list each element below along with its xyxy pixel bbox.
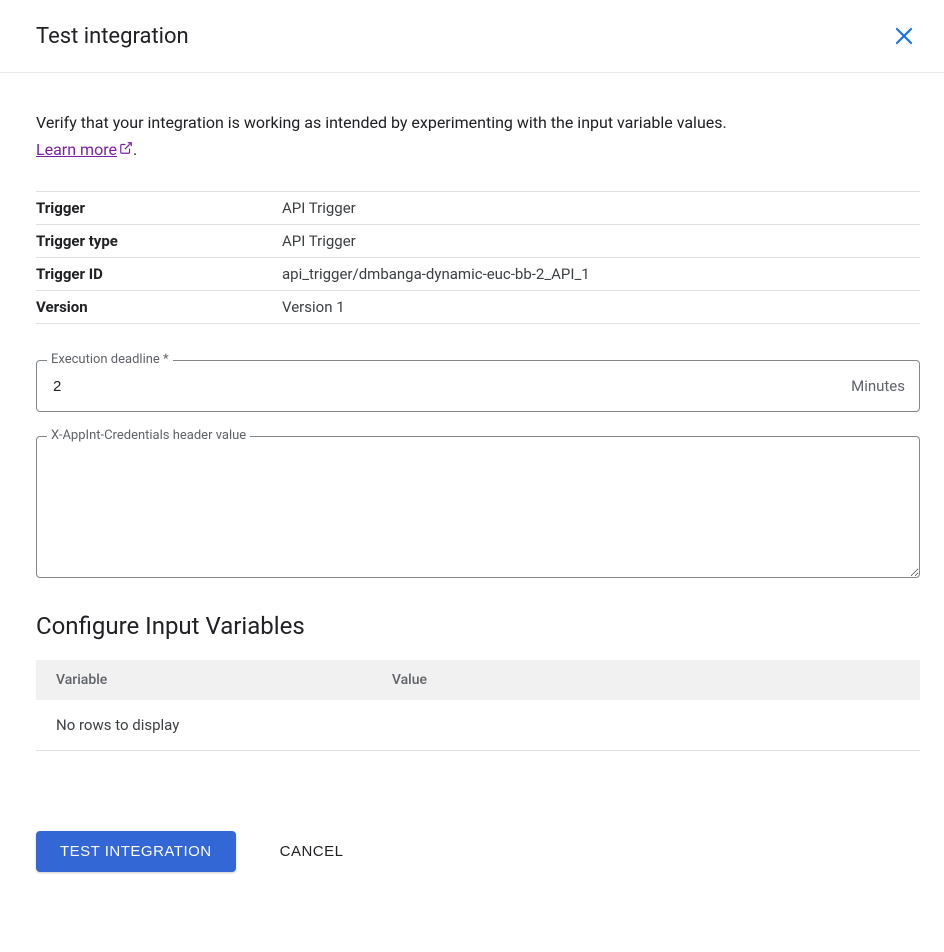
execution-deadline-label: Execution deadline * bbox=[47, 352, 173, 367]
external-link-icon bbox=[119, 141, 133, 155]
test-integration-button[interactable]: Test Integration bbox=[36, 831, 236, 872]
column-value: Value bbox=[372, 660, 920, 700]
execution-deadline-input[interactable] bbox=[51, 377, 851, 396]
description-prefix: Verify that your integration is working … bbox=[36, 113, 727, 132]
trigger-info-table: Trigger API Trigger Trigger type API Tri… bbox=[36, 191, 920, 324]
trigger-value: API Trigger bbox=[282, 192, 920, 225]
table-row: Trigger type API Trigger bbox=[36, 225, 920, 258]
description-suffix: . bbox=[133, 140, 137, 159]
trigger-type-label: Trigger type bbox=[36, 225, 282, 258]
close-icon bbox=[892, 24, 916, 48]
version-label: Version bbox=[36, 291, 282, 324]
dialog-title: Test integration bbox=[36, 24, 189, 49]
empty-rows-text: No rows to display bbox=[36, 700, 920, 751]
dialog-header: Test integration bbox=[0, 0, 944, 73]
version-value: Version 1 bbox=[282, 291, 920, 324]
configure-input-heading: Configure Input Variables bbox=[36, 612, 920, 640]
learn-more-link[interactable]: Learn more bbox=[36, 140, 133, 159]
credentials-textarea[interactable] bbox=[37, 437, 919, 577]
trigger-id-value: api_trigger/dmbanga-dynamic-euc-bb-2_API… bbox=[282, 258, 920, 291]
close-button[interactable] bbox=[888, 20, 920, 52]
input-variables-table: Variable Value No rows to display bbox=[36, 660, 920, 751]
trigger-label: Trigger bbox=[36, 192, 282, 225]
trigger-type-value: API Trigger bbox=[282, 225, 920, 258]
credentials-field: X-AppInt-Credentials header value bbox=[36, 436, 920, 578]
description-text: Verify that your integration is working … bbox=[36, 109, 756, 163]
cancel-button[interactable]: Cancel bbox=[272, 831, 352, 872]
column-variable: Variable bbox=[36, 660, 372, 700]
table-row: Trigger API Trigger bbox=[36, 192, 920, 225]
trigger-id-label: Trigger ID bbox=[36, 258, 282, 291]
credentials-label: X-AppInt-Credentials header value bbox=[47, 428, 250, 443]
table-row: Trigger ID api_trigger/dmbanga-dynamic-e… bbox=[36, 258, 920, 291]
execution-deadline-suffix: Minutes bbox=[851, 377, 905, 395]
dialog-content: Verify that your integration is working … bbox=[0, 73, 944, 896]
table-row: Version Version 1 bbox=[36, 291, 920, 324]
execution-deadline-field: Execution deadline * Minutes bbox=[36, 360, 920, 412]
table-row: No rows to display bbox=[36, 700, 920, 751]
learn-more-label: Learn more bbox=[36, 140, 117, 159]
dialog-actions: Test Integration Cancel bbox=[36, 831, 920, 872]
